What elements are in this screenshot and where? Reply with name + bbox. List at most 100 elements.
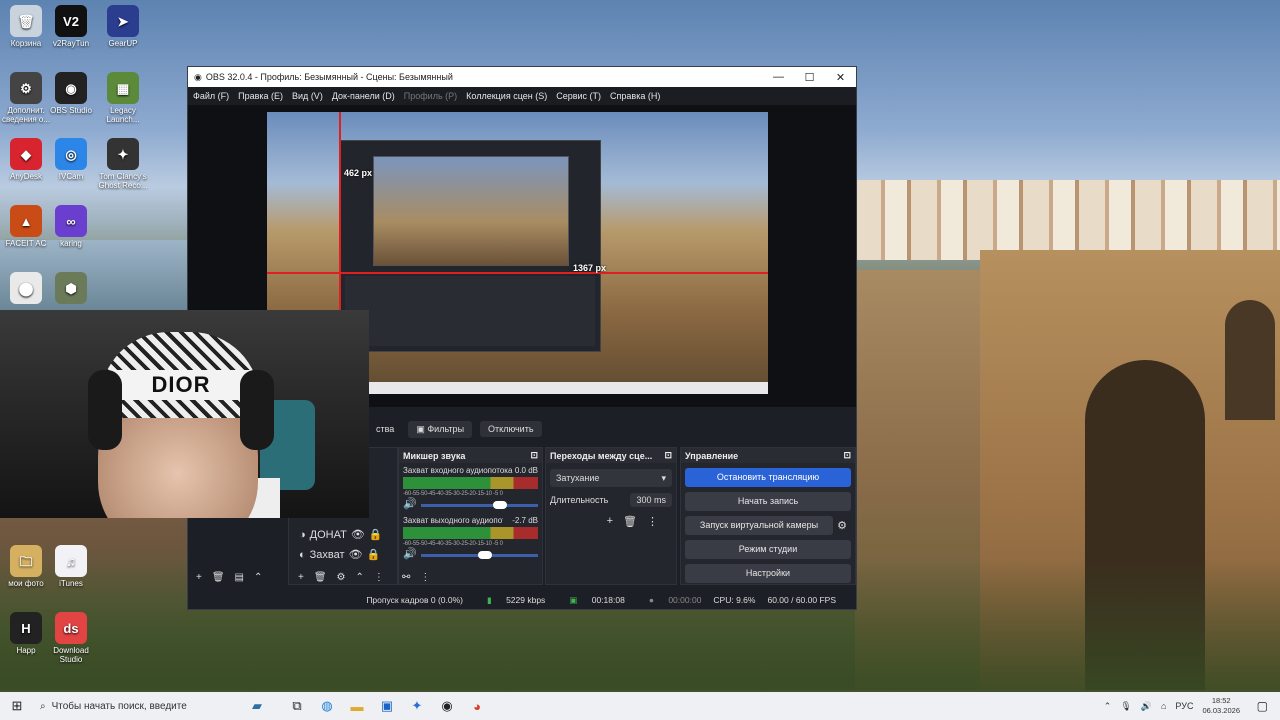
add-icon[interactable]: + [196, 572, 202, 583]
maximize-button[interactable]: ☐ [794, 71, 825, 84]
desktop-icon[interactable]: ▦ Legacy Launch... [93, 72, 153, 124]
source-type-icon: ◑ [299, 528, 306, 541]
stop-stream-button[interactable]: Остановить трансляцию [685, 468, 851, 487]
edge-icon[interactable]: ◍ [312, 698, 342, 714]
windows-start-icon[interactable]: ⊞ [2, 698, 32, 714]
chrome-icon[interactable]: ◕ [462, 699, 492, 714]
duration-input[interactable]: 300 ms [630, 493, 672, 507]
desktop-icon-label: karing [60, 239, 82, 248]
app-icon: ∞ [55, 205, 87, 237]
close-button[interactable]: ✕ [825, 71, 856, 84]
dock-float-icon[interactable]: ⊡ [843, 450, 851, 461]
gear-icon[interactable]: ⚙ [337, 572, 346, 583]
desktop-icon-label: IVCam [58, 172, 84, 181]
dropped-frames: Пропуск кадров 0 (0.0%) [366, 595, 464, 605]
menu-docks[interactable]: Док-панели (D) [332, 91, 395, 101]
menu-file[interactable]: Файл (F) [193, 91, 229, 101]
store-icon[interactable]: ▣ [372, 698, 402, 714]
gear-icon[interactable]: ⚙ [833, 519, 851, 532]
language-indicator[interactable]: РУС [1175, 701, 1193, 711]
filter-icon[interactable]: ▤ [235, 572, 244, 583]
desktop-icon[interactable]: ◉ OBS Studio [41, 72, 101, 115]
mixer-channel: Захват выходного аудиопотока -2.7 dB -60… [399, 513, 542, 563]
explorer-icon[interactable]: ▬ [342, 699, 372, 714]
controls-header: Управление ⊡ [681, 448, 855, 463]
source-item[interactable]: ◑ ДОНАТ 👁 🔒 [299, 528, 383, 542]
more-icon[interactable]: ⋮ [647, 515, 658, 528]
sources-toolbar: + 🗑 ⚙ ⌃ ⋮ [298, 572, 384, 583]
volume-slider-handle[interactable] [493, 501, 508, 509]
source-item[interactable]: ◐ Захват 👁 🔒 [299, 548, 381, 562]
search-icon: ⌕ [40, 700, 46, 712]
menu-edit[interactable]: Правка (E) [238, 91, 283, 101]
stream-time-value: 00:18:08 [591, 594, 625, 605]
clock[interactable]: 18:52 06.03.2026 [1202, 696, 1240, 716]
properties-button[interactable]: ства [368, 421, 402, 437]
volume-slider[interactable] [420, 501, 538, 509]
taskbar-search[interactable]: ⌕ Чтобы начать поиск, введите [32, 692, 232, 720]
task-view-icon[interactable]: ⧉ [282, 698, 312, 714]
more-icon[interactable]: ⋮ [374, 572, 384, 583]
desktop-icon[interactable]: ◎ IVCam [41, 138, 101, 181]
minimize-button[interactable]: — [763, 71, 794, 83]
transitions-header: Переходы между сце... ⊡ [546, 448, 676, 463]
trash-icon[interactable]: 🗑 [212, 572, 225, 583]
disable-button[interactable]: Отключить [480, 421, 542, 437]
lock-icon[interactable]: 🔒 [367, 548, 381, 561]
desktop-icon-label: iTunes [59, 579, 83, 588]
stream-time: ▣ 00:18:08 [557, 595, 625, 606]
volume-slider-handle[interactable] [478, 551, 493, 559]
desktop-icon[interactable]: ♫ iTunes [41, 545, 101, 588]
chevron-up-icon[interactable]: ⌃ [1104, 701, 1112, 712]
chevron-up-icon[interactable]: ⌃ [356, 572, 364, 583]
menu-profile[interactable]: Профиль (P) [404, 91, 457, 101]
news-widget-icon[interactable]: ▰ [232, 698, 282, 714]
speaker-icon[interactable]: 🔊 [403, 547, 417, 560]
visibility-icon[interactable]: 👁 [351, 528, 365, 541]
menu-scene-collection[interactable]: Коллекция сцен (S) [466, 91, 547, 101]
start-record-button[interactable]: Начать запись [685, 492, 851, 511]
mic-icon[interactable]: 🎙 [1120, 701, 1131, 712]
desktop-icon[interactable]: V2 v2RayTun [41, 5, 101, 48]
desktop-icon-label: OBS Studio [50, 106, 92, 115]
app-icon: ▦ [107, 72, 139, 104]
desktop-icon[interactable]: ✦ Tom Clancy's Ghost Reco... [93, 138, 153, 190]
volume-slider[interactable] [420, 551, 538, 559]
trash-icon[interactable]: 🗑 [314, 572, 327, 583]
desktop-icon[interactable]: ∞ karing [41, 205, 101, 248]
visibility-icon[interactable]: 👁 [349, 548, 363, 561]
trash-icon[interactable]: 🗑 [623, 515, 637, 528]
record-time-value: 00:00:00 [668, 595, 702, 605]
transition-select[interactable]: Затухание ▾ [550, 469, 672, 487]
more-icon[interactable]: ⋮ [420, 572, 430, 583]
chevron-up-icon[interactable]: ⌃ [254, 572, 262, 583]
gearup-icon[interactable]: ✦ [402, 698, 432, 714]
notifications-icon[interactable]: ▢ [1257, 699, 1268, 713]
menu-view[interactable]: Вид (V) [292, 91, 323, 101]
channel-name: Захват входного аудиопотока [403, 466, 513, 475]
menu-help[interactable]: Справка (H) [610, 91, 660, 101]
desktop-icon[interactable]: ds Download Studio [41, 612, 101, 664]
add-icon[interactable]: + [298, 572, 304, 583]
volume-icon[interactable]: 🔊 [1141, 701, 1152, 712]
headphone-left [88, 370, 122, 450]
desktop-icon[interactable]: ⬢ [41, 272, 101, 306]
dock-float-icon[interactable]: ⊡ [530, 450, 538, 461]
dock-float-icon[interactable]: ⊡ [664, 450, 672, 461]
virtual-camera-button[interactable]: Запуск виртуальной камеры [685, 516, 833, 535]
desktop-icon-label: Legacy Launch... [106, 106, 140, 124]
clock-time: 18:52 [1211, 696, 1231, 705]
scenes-toolbar: + 🗑 ▤ ⌃ [196, 572, 262, 583]
settings-button[interactable]: Настройки [685, 564, 851, 583]
lock-icon[interactable]: 🔒 [369, 528, 383, 541]
network-icon[interactable]: ⌂ [1161, 701, 1166, 711]
speaker-icon[interactable]: 🔊 [403, 497, 417, 510]
nested-docks [345, 276, 595, 346]
obs-taskbar-icon[interactable]: ◉ [432, 698, 462, 714]
add-icon[interactable]: + [607, 515, 613, 528]
menu-tools[interactable]: Сервис (T) [556, 91, 601, 101]
link-icon[interactable]: ⚯ [402, 572, 410, 583]
filters-button[interactable]: ▣ Фильтры [408, 420, 473, 438]
desktop-icon[interactable]: ➤ GearUP [93, 5, 153, 48]
studio-mode-button[interactable]: Режим студии [685, 540, 851, 559]
